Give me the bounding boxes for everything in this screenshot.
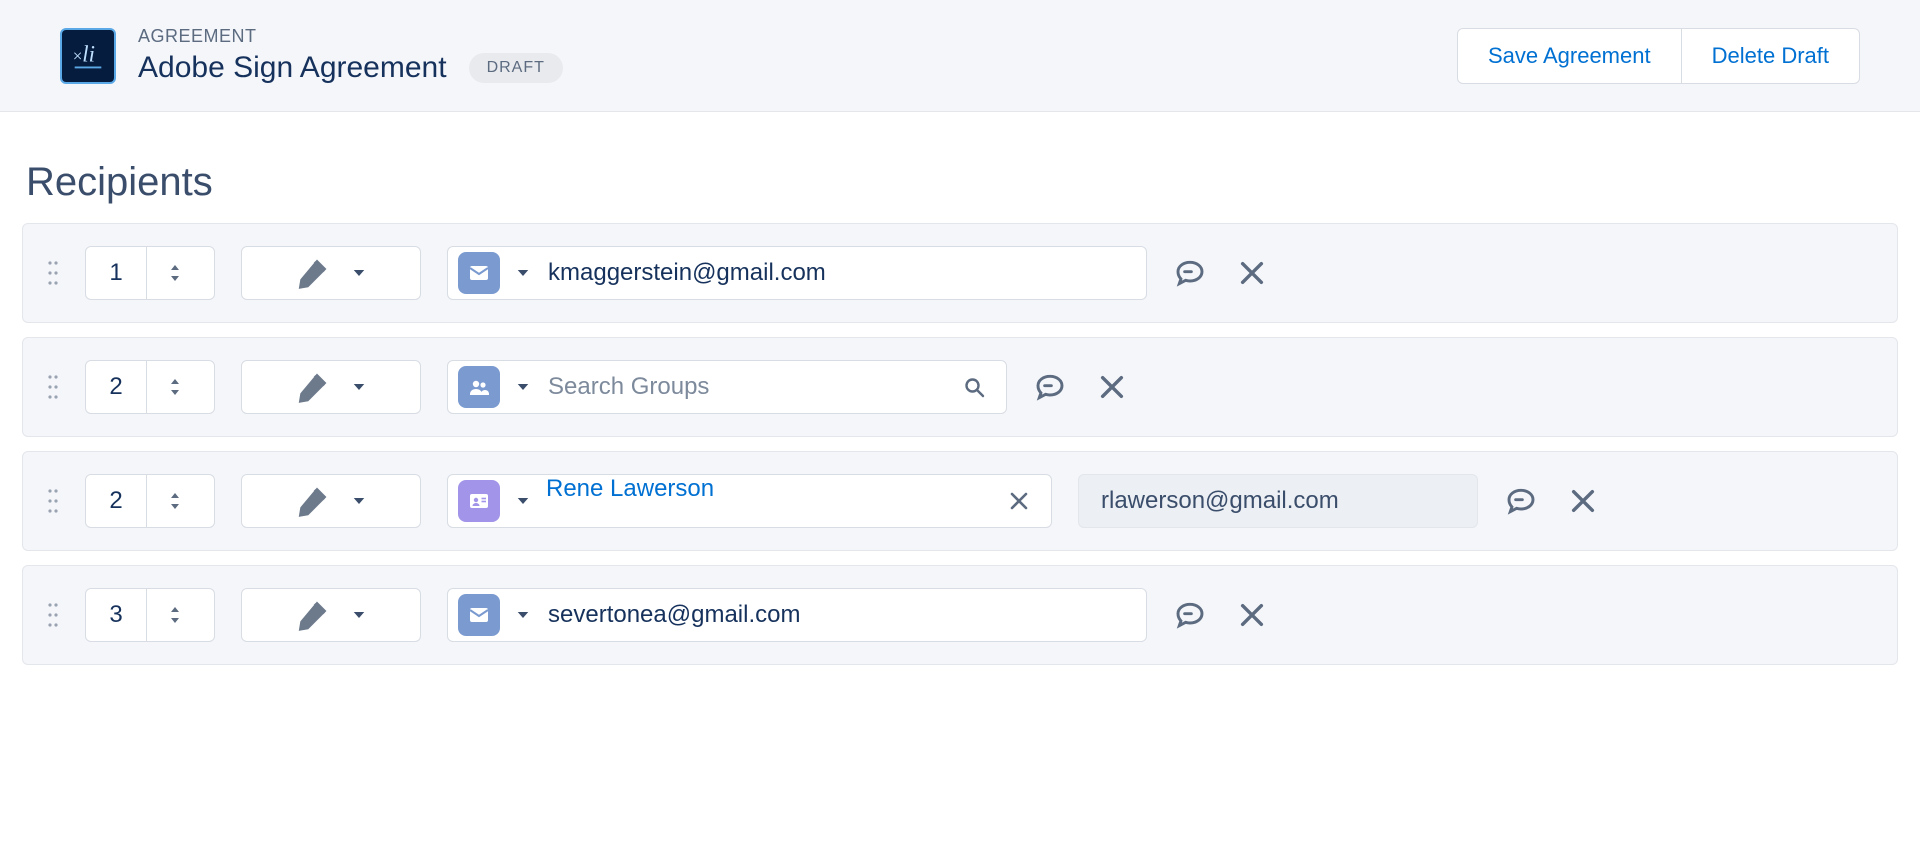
drag-handle-icon[interactable] [47,259,59,287]
recipient-combo [447,246,1147,300]
drag-handle-icon[interactable] [47,601,59,629]
stepper-icon[interactable] [146,247,202,299]
email-icon [458,594,500,636]
recipient-type-caret-icon[interactable] [514,378,532,396]
resolved-email-field: rlawerson@gmail.com [1078,474,1478,528]
message-icon[interactable] [1173,598,1207,632]
header-eyebrow: AGREEMENT [138,26,563,47]
signer-pen-icon [294,254,332,292]
contact-link[interactable]: Rene Lawerson [546,475,991,527]
group-icon [458,366,500,408]
email-icon [458,252,500,294]
role-selector[interactable] [241,360,421,414]
drag-handle-icon[interactable] [47,373,59,401]
header-title-row: Adobe Sign Agreement DRAFT [138,51,563,85]
body: Recipients [0,112,1920,665]
header-titles: AGREEMENT Adobe Sign Agreement DRAFT [138,26,563,85]
signer-pen-icon [294,482,332,520]
signer-pen-icon [294,596,332,634]
row-actions [1173,598,1269,632]
recipient-row [22,337,1898,437]
row-actions [1173,256,1269,290]
app-icon [60,28,116,84]
caret-down-icon [350,606,368,624]
recipient-combo [447,360,1007,414]
role-selector[interactable] [241,246,421,300]
remove-recipient-icon[interactable] [1095,370,1129,404]
recipient-row [22,565,1898,665]
recipient-combo [447,588,1147,642]
status-badge: DRAFT [469,53,563,83]
contact-icon [458,480,500,522]
remove-recipient-icon[interactable] [1566,484,1600,518]
recipient-email-input[interactable] [546,589,1128,641]
order-input[interactable] [86,589,146,641]
page-header-left: AGREEMENT Adobe Sign Agreement DRAFT [60,26,563,85]
delete-draft-button[interactable]: Delete Draft [1681,28,1860,84]
order-stepper[interactable] [85,588,215,642]
save-agreement-button[interactable]: Save Agreement [1457,28,1682,84]
row-actions [1504,484,1600,518]
resolved-email-value: rlawerson@gmail.com [1101,487,1339,515]
order-input[interactable] [86,247,146,299]
header-actions: Save Agreement Delete Draft [1457,28,1860,84]
remove-recipient-icon[interactable] [1235,256,1269,290]
role-selector[interactable] [241,474,421,528]
recipient-type-caret-icon[interactable] [514,606,532,624]
message-icon[interactable] [1173,256,1207,290]
caret-down-icon [350,378,368,396]
order-stepper[interactable] [85,360,215,414]
order-input[interactable] [86,475,146,527]
caret-down-icon [350,492,368,510]
stepper-icon[interactable] [146,589,202,641]
stepper-icon[interactable] [146,361,202,413]
stepper-icon[interactable] [146,475,202,527]
order-stepper[interactable] [85,246,215,300]
recipient-row [22,223,1898,323]
page-header: AGREEMENT Adobe Sign Agreement DRAFT Sav… [0,0,1920,112]
order-input[interactable] [86,361,146,413]
message-icon[interactable] [1033,370,1067,404]
signer-pen-icon [294,368,332,406]
recipient-email-input[interactable] [546,247,1128,299]
recipient-combo: Rene Lawerson [447,474,1052,528]
role-selector[interactable] [241,588,421,642]
message-icon[interactable] [1504,484,1538,518]
group-search-input[interactable] [546,361,946,413]
recipient-row: Rene Lawerson rlawerson@gmail.com [22,451,1898,551]
clear-contact-icon[interactable] [1005,487,1033,515]
drag-handle-icon[interactable] [47,487,59,515]
recipients-section-title: Recipients [26,160,1898,205]
row-actions [1033,370,1129,404]
page-title: Adobe Sign Agreement [138,51,447,85]
recipient-type-caret-icon[interactable] [514,492,532,510]
order-stepper[interactable] [85,474,215,528]
recipient-type-caret-icon[interactable] [514,264,532,282]
remove-recipient-icon[interactable] [1235,598,1269,632]
caret-down-icon [350,264,368,282]
search-icon[interactable] [960,373,988,401]
